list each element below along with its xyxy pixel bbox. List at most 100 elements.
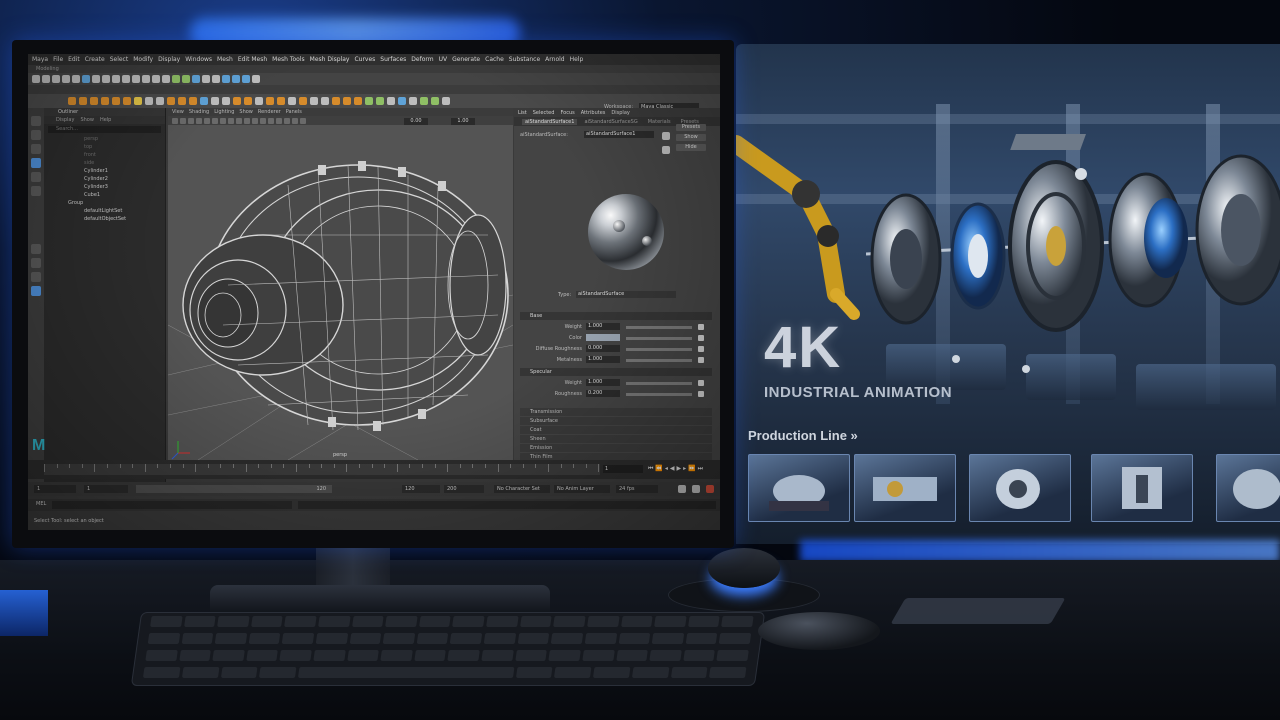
attr-value-field[interactable]: 0.200 (586, 390, 620, 397)
node-name-field[interactable]: aiStandardSurface1 (584, 131, 654, 138)
outliner-search-input[interactable]: Search... (48, 126, 161, 133)
map-button-icon[interactable] (698, 335, 704, 341)
menu-mesh-display[interactable]: Mesh Display (310, 56, 350, 63)
key-icon[interactable] (706, 485, 714, 493)
anti-aliasing-icon[interactable] (284, 117, 290, 124)
planar-map-icon[interactable] (299, 97, 307, 105)
time-slider[interactable]: 1 ⏮ ⏪ ◂ ◀ ▶ ▸ ⏩ ⏭ (28, 460, 720, 479)
select-camera-icon[interactable] (172, 117, 178, 124)
menu-edit[interactable]: Edit (68, 56, 80, 63)
step-back-key-icon[interactable]: ⏪ (655, 465, 662, 473)
attr-value-field[interactable]: 1.000 (586, 356, 620, 363)
animation-start-field[interactable]: 1 (34, 485, 76, 493)
focus-output-icon[interactable] (662, 146, 670, 154)
lock-camera-icon[interactable] (180, 117, 186, 124)
booleans-icon[interactable] (266, 97, 274, 105)
select-component-icon[interactable] (102, 75, 110, 83)
attr-slider[interactable] (626, 348, 692, 351)
menu-select[interactable]: Select (110, 56, 129, 63)
menu-mesh-tools[interactable]: Mesh Tools (272, 56, 304, 63)
menu-surfaces[interactable]: Surfaces (380, 56, 406, 63)
production-thumbnail[interactable] (1091, 454, 1193, 522)
new-scene-icon[interactable] (32, 75, 40, 83)
select-tool-icon[interactable] (31, 116, 41, 126)
production-line-heading[interactable]: Production Line » (748, 428, 858, 443)
move-tool-icon[interactable] (31, 158, 41, 168)
wireframe-on-shaded-icon[interactable] (244, 117, 250, 124)
resolution-gate-icon[interactable] (220, 117, 226, 124)
textured-icon[interactable] (252, 117, 258, 124)
menu-generate[interactable]: Generate (452, 56, 480, 63)
ipr-render-icon[interactable] (182, 75, 190, 83)
xray-icon[interactable] (300, 117, 306, 124)
bridge-icon[interactable] (178, 97, 186, 105)
snap-curve-icon[interactable] (122, 75, 130, 83)
attr-node-tab[interactable]: aiStandardSurface1 (522, 118, 578, 125)
outliner-item[interactable]: Cylinder2 (44, 175, 165, 183)
section-header-emission[interactable]: Emission (520, 444, 712, 452)
step-back-frame-icon[interactable]: ◂ (665, 465, 668, 473)
unfold-icon[interactable] (343, 97, 351, 105)
section-header-subsurface[interactable]: Subsurface (520, 417, 712, 425)
open-scene-icon[interactable] (42, 75, 50, 83)
attr-tab-attributes[interactable]: Attributes (581, 110, 606, 116)
outliner-menu-display[interactable]: Display (56, 116, 74, 124)
outliner-item[interactable]: persp (44, 135, 165, 143)
arnold-render-view-icon[interactable] (212, 75, 220, 83)
section-header-coat[interactable]: Coat (520, 426, 712, 434)
attr-value-field[interactable]: 1.000 (586, 379, 620, 386)
spacemouse-knob[interactable] (708, 548, 780, 588)
menu-mesh[interactable]: Mesh (217, 56, 233, 63)
extrude-icon[interactable] (167, 97, 175, 105)
attr-tab-display[interactable]: Display (611, 110, 629, 116)
outliner-menu-show[interactable]: Show (80, 116, 94, 124)
poly-plane-icon[interactable] (123, 97, 131, 105)
undo-icon[interactable] (62, 75, 70, 83)
mouse[interactable] (758, 612, 880, 650)
menu-help[interactable]: Help (570, 56, 584, 63)
anim-prefs-icon[interactable] (692, 485, 700, 493)
persp-outliner-layout-icon[interactable] (31, 272, 41, 282)
poly-cylinder-icon[interactable] (90, 97, 98, 105)
map-button-icon[interactable] (698, 324, 704, 330)
align-icon[interactable] (431, 97, 439, 105)
attr-slider[interactable] (626, 359, 692, 362)
gamma-field[interactable]: 1.00 (451, 118, 475, 125)
select-hierarchy-icon[interactable] (82, 75, 90, 83)
attr-node-tab[interactable]: aiStandardSurfaceSG (581, 119, 640, 125)
viewport-menu-lighting[interactable]: Lighting (214, 109, 234, 115)
outliner-item[interactable]: Cylinder3 (44, 183, 165, 191)
menu-windows[interactable]: Windows (185, 56, 212, 63)
toggle-tool-settings-icon[interactable] (252, 75, 260, 83)
perspective-viewport[interactable]: View Shading Lighting Show Renderer Panels (168, 108, 513, 460)
attr-slider[interactable] (626, 393, 692, 396)
center-pivot-icon[interactable] (387, 97, 395, 105)
menu-uv[interactable]: UV (439, 56, 448, 63)
attr-node-tab[interactable]: Materials (645, 119, 674, 125)
outliner-item[interactable]: Group (44, 199, 165, 207)
quad-draw-icon[interactable] (222, 97, 230, 105)
snap-view-icon[interactable] (142, 75, 150, 83)
specular-section-header[interactable]: Specular (520, 368, 712, 376)
character-set-dropdown[interactable]: No Character Set (494, 485, 550, 493)
current-frame-field[interactable]: 1 (603, 465, 643, 473)
select-object-icon[interactable] (92, 75, 100, 83)
symmetry-icon[interactable] (376, 97, 384, 105)
uv-editor-icon[interactable] (288, 97, 296, 105)
cut-uv-icon[interactable] (321, 97, 329, 105)
smooth-shade-icon[interactable] (236, 117, 242, 124)
keyboard[interactable] (130, 612, 766, 686)
production-thumbnail[interactable] (969, 454, 1071, 522)
viewport-menu-shading[interactable]: Shading (189, 109, 209, 115)
viewport-menu-renderer[interactable]: Renderer (258, 109, 281, 115)
separate-icon[interactable] (156, 97, 164, 105)
menu-file[interactable]: File (53, 56, 63, 63)
render-settings-icon[interactable] (192, 75, 200, 83)
isolate-select-icon[interactable] (292, 117, 298, 124)
shadows-icon[interactable] (268, 117, 274, 124)
paint-select-icon[interactable] (31, 144, 41, 154)
attr-value-field[interactable]: 1.000 (586, 323, 620, 330)
menu-display[interactable]: Display (158, 56, 180, 63)
four-view-icon[interactable] (31, 258, 41, 268)
play-forwards-icon[interactable]: ▶ (677, 465, 682, 473)
